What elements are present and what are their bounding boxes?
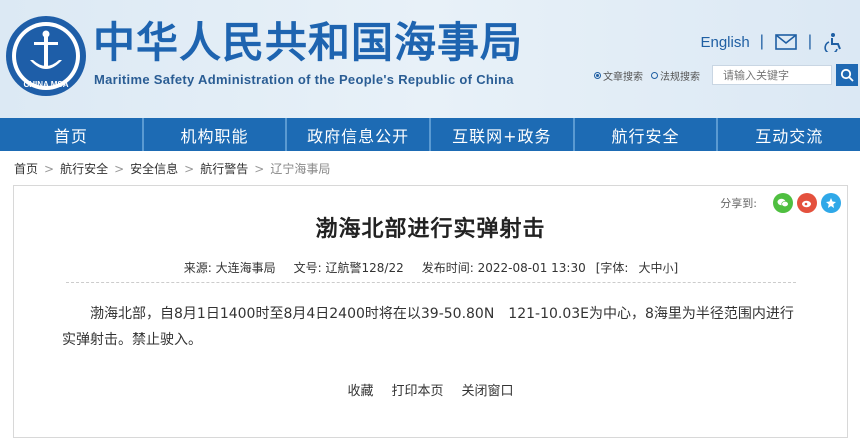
- search-input[interactable]: [712, 65, 832, 85]
- search-option-articles[interactable]: 文章搜索: [594, 68, 643, 83]
- article-actions: 收藏 打印本页 关闭窗口: [14, 380, 847, 399]
- site-header: CHINA MSA 中华人民共和国海事局 Maritime Safety Adm…: [0, 0, 860, 118]
- article-source: 来源: 大连海事局: [183, 261, 276, 275]
- article-body: 渤海北部，自8月1日1400时至8月4日2400时将在以39-50.80N 12…: [62, 306, 794, 348]
- nav-item-home[interactable]: 首页: [0, 118, 144, 151]
- font-size-large[interactable]: 大: [638, 259, 650, 276]
- logo-text: CHINA MSA: [23, 80, 68, 89]
- search-icon: [840, 68, 854, 82]
- breadcrumb-item[interactable]: 航行警告: [200, 160, 248, 177]
- article-publish-time: 发布时间: 2022-08-01 13:30: [421, 261, 586, 275]
- share-bar: 分享到:: [720, 193, 841, 213]
- wechat-share-icon[interactable]: [773, 193, 793, 213]
- separator: |: [759, 33, 764, 50]
- article-doc-number: 文号: 辽航警128/22: [293, 261, 404, 275]
- nav-item-navigation-safety[interactable]: 航行安全: [575, 118, 719, 151]
- font-size-label: [字体:: [595, 261, 629, 275]
- font-size-close: ]: [673, 260, 679, 275]
- font-size-small[interactable]: 小: [663, 260, 674, 276]
- breadcrumb-separator: >: [114, 161, 125, 176]
- nav-item-internet-gov[interactable]: 互联网+政务: [431, 118, 575, 151]
- close-window-button[interactable]: 关闭窗口: [462, 380, 514, 399]
- breadcrumb-item[interactable]: 安全信息: [130, 160, 178, 177]
- radio-icon: [594, 71, 601, 79]
- breadcrumb-item[interactable]: 航行安全: [60, 160, 108, 177]
- english-link[interactable]: English: [700, 34, 749, 51]
- mail-icon[interactable]: [774, 31, 798, 53]
- search-option-regulations[interactable]: 法规搜索: [651, 68, 700, 83]
- search-row: 文章搜索 法规搜索: [594, 64, 858, 86]
- breadcrumb-item[interactable]: 首页: [14, 160, 38, 177]
- site-title-cn: 中华人民共和国海事局: [93, 18, 524, 67]
- article-panel: 分享到: 渤海北部进行实弹射击 来源: 大连海事局 文号: 辽航警128/22 …: [13, 185, 848, 438]
- article-meta: 来源: 大连海事局 文号: 辽航警128/22 发布时间: 2022-08-01…: [66, 253, 796, 283]
- breadcrumb-current[interactable]: 辽宁海事局: [270, 160, 330, 177]
- nav-item-functions[interactable]: 机构职能: [144, 118, 288, 151]
- breadcrumb: 首页 > 航行安全 > 安全信息 > 航行警告 > 辽宁海事局: [14, 151, 330, 186]
- favorite-button[interactable]: 收藏: [347, 380, 373, 399]
- weibo-share-icon[interactable]: [797, 193, 817, 213]
- print-button[interactable]: 打印本页: [391, 380, 443, 399]
- accessibility-icon[interactable]: [822, 31, 846, 53]
- china-msa-logo[interactable]: CHINA MSA: [4, 14, 88, 98]
- nav-item-interaction[interactable]: 互动交流: [718, 118, 860, 151]
- header-tools: English | |: [700, 30, 846, 54]
- share-label: 分享到:: [720, 197, 757, 210]
- qzone-share-icon[interactable]: [821, 193, 841, 213]
- site-title-en: Maritime Safety Administration of the Pe…: [94, 72, 514, 87]
- breadcrumb-separator: >: [254, 161, 265, 176]
- search-button[interactable]: [836, 64, 858, 86]
- separator: |: [807, 33, 812, 50]
- main-nav: 首页 机构职能 政府信息公开 互联网+政务 航行安全 互动交流: [0, 118, 860, 151]
- breadcrumb-separator: >: [184, 161, 195, 176]
- breadcrumb-separator: >: [44, 161, 55, 176]
- article-title: 渤海北部进行实弹射击: [315, 217, 546, 242]
- nav-item-gov-info[interactable]: 政府信息公开: [287, 118, 432, 151]
- font-size-medium[interactable]: 中: [650, 259, 662, 276]
- radio-icon: [651, 71, 658, 79]
